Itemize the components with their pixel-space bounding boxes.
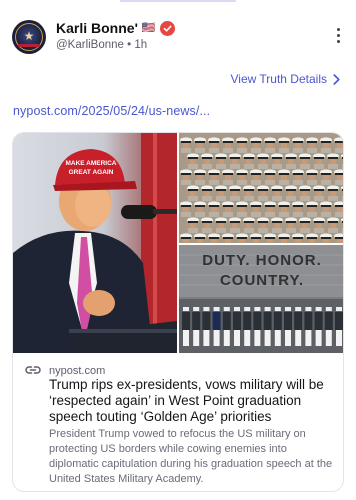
link-preview-card[interactable]: MAKE AMERICA GREAT AGAIN DUTY. HONOR. CO…: [12, 132, 344, 492]
link-icon: [25, 366, 41, 374]
headline[interactable]: Trump rips ex-presidents, vows military …: [49, 377, 339, 425]
avatar[interactable]: ★: [12, 20, 46, 54]
banner-line-1: DUTY. HONOR.: [202, 252, 322, 269]
post-link[interactable]: nypost.com/2025/05/24/us-news/...: [13, 104, 210, 118]
source-row: [25, 365, 41, 375]
speaker-photo: MAKE AMERICA GREAT AGAIN: [13, 133, 177, 353]
preview-text: nypost.com Trump rips ex-presidents, vow…: [13, 353, 343, 485]
description: President Trump vowed to refocus the US …: [49, 428, 333, 485]
view-truth-details-link[interactable]: View Truth Details: [231, 72, 341, 86]
hat-text-2: GREAT AGAIN: [69, 169, 114, 176]
preview-media: MAKE AMERICA GREAT AGAIN DUTY. HONOR. CO…: [13, 133, 343, 353]
view-details-label: View Truth Details: [230, 72, 328, 86]
chevron-right-icon: [333, 73, 340, 85]
banner-line-2: COUNTRY.: [220, 272, 304, 289]
separator: •: [127, 39, 132, 51]
post-header: ★ Karli Bonne' 🇺🇸 @KarliBonne • 1h: [12, 18, 344, 58]
post-time[interactable]: 1h: [134, 39, 147, 51]
display-name[interactable]: Karli Bonne': [56, 20, 138, 36]
cadets-crowd-photo: [179, 133, 343, 243]
name-row: Karli Bonne' 🇺🇸: [56, 20, 175, 36]
hat-text-1: MAKE AMERICA: [65, 160, 116, 167]
source-domain: nypost.com: [49, 365, 106, 377]
handle[interactable]: @KarliBonne: [56, 39, 124, 51]
top-edge-bar: [120, 0, 236, 2]
handle-row: @KarliBonne • 1h: [56, 39, 147, 51]
cadets-formation-photo: DUTY. HONOR. COUNTRY.: [179, 245, 343, 353]
more-vertical-icon[interactable]: [334, 28, 342, 48]
avatar-star-icon: ★: [23, 29, 35, 43]
us-flag-icon: 🇺🇸: [141, 21, 156, 34]
verified-badge-icon: [159, 20, 175, 36]
